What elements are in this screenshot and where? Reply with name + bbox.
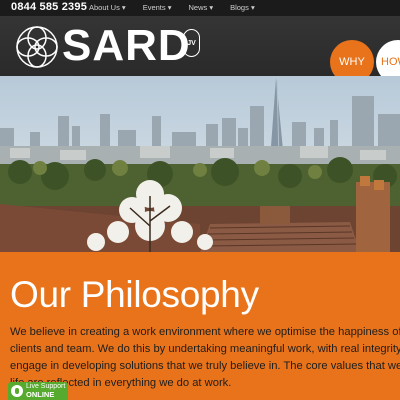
page-title: Our Philosophy — [10, 274, 259, 315]
live-support-text: Live Support ONLINE — [26, 383, 65, 399]
live-support-button[interactable]: Live Support ONLINE — [8, 382, 68, 400]
skyline-illustration — [0, 78, 400, 252]
top-bar: 0844 585 2395 About Us ▾ Events ▾ News ▾… — [0, 0, 400, 16]
top-nav: About Us ▾ Events ▾ News ▾ Blogs ▾ — [89, 3, 272, 15]
chat-bubble-icon — [11, 385, 23, 397]
logo-mark-icon[interactable] — [14, 24, 60, 70]
paragraph-line: engage in developing solutions that we t… — [10, 360, 400, 372]
paragraph-line: life are reflected in everything we do a… — [10, 377, 232, 389]
nav-blogs[interactable]: Blogs ▾ — [230, 3, 255, 15]
logo-wordmark[interactable]: SARD — [62, 20, 191, 72]
nav-news[interactable]: News ▾ — [188, 3, 213, 15]
paragraph-line: clients and team. We do this by undertak… — [10, 343, 400, 355]
logo-jv-badge: JV — [183, 29, 200, 57]
philosophy-paragraph: We believe in creating a work environmen… — [10, 324, 400, 392]
nav-events[interactable]: Events ▾ — [143, 3, 172, 15]
nav-about-us[interactable]: About Us ▾ — [89, 3, 126, 15]
phone-number[interactable]: 0844 585 2395 — [11, 1, 87, 13]
live-support-status: ONLINE — [26, 390, 55, 399]
hero-skyline-image — [0, 76, 400, 252]
paragraph-line: We believe in creating a work environmen… — [10, 326, 400, 338]
site-header: SARD JV WHY HOW — [0, 16, 400, 84]
